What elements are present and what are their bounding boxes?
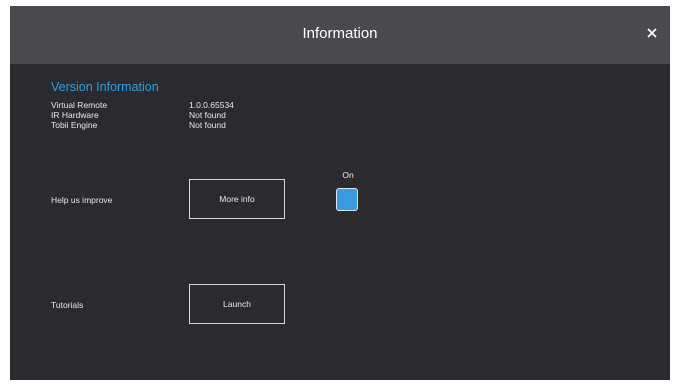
ir-hardware-value: Not found bbox=[189, 110, 226, 120]
version-information-heading: Version Information bbox=[51, 80, 159, 94]
tutorials-label: Tutorials bbox=[51, 300, 84, 310]
title-bar: Information bbox=[10, 6, 670, 64]
tobii-engine-value: Not found bbox=[189, 120, 226, 130]
close-icon[interactable] bbox=[642, 23, 662, 43]
help-us-improve-label: Help us improve bbox=[51, 195, 113, 205]
virtual-remote-label: Virtual Remote bbox=[51, 100, 108, 110]
help-improve-toggle[interactable] bbox=[336, 188, 358, 211]
launch-tutorials-button[interactable]: Launch bbox=[189, 284, 285, 324]
tobii-engine-label: Tobii Engine bbox=[51, 120, 98, 130]
ir-hardware-label: IR Hardware bbox=[51, 110, 99, 120]
toggle-state-label: On bbox=[342, 170, 354, 180]
more-info-button[interactable]: More info bbox=[189, 179, 285, 219]
dialog-title: Information bbox=[302, 25, 378, 42]
information-dialog: Information Version Information Virtual … bbox=[10, 6, 670, 380]
virtual-remote-version: 1.0.0.65534 bbox=[189, 100, 234, 110]
